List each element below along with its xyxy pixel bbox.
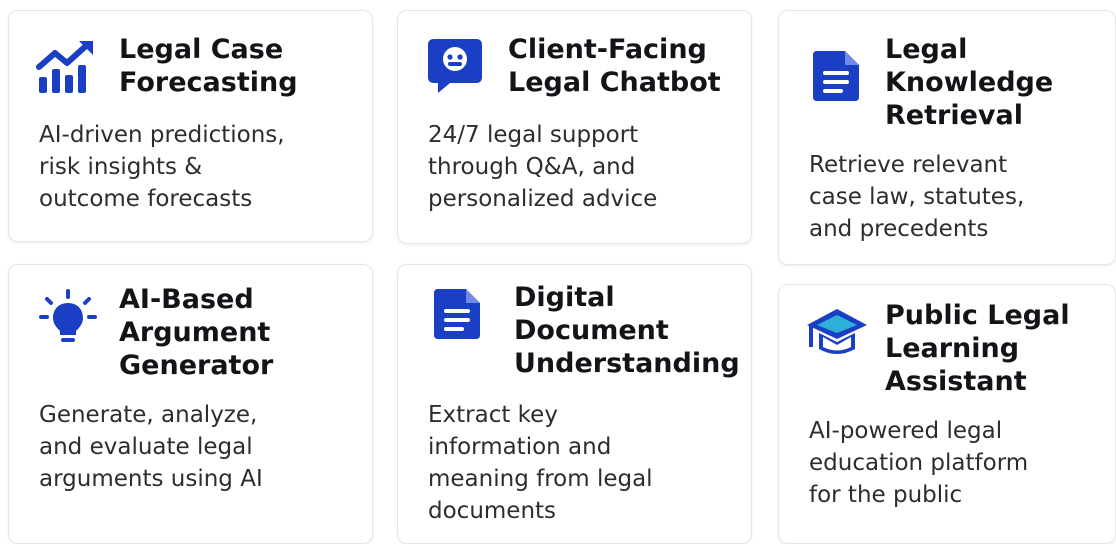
document-icon: [434, 289, 480, 339]
card-description: AI-driven predictions, risk insights & o…: [39, 122, 285, 212]
chatbot-icon: [428, 39, 482, 93]
card-description: AI-powered legal education platform for …: [809, 418, 1029, 508]
graduation-cap-icon: [807, 309, 867, 354]
card-ai-based-argument-generator[interactable]: AI-Based Argument Generator Generate, an…: [8, 264, 373, 544]
card-title: Digital Document Understanding: [514, 282, 740, 379]
card-public-legal-learning-assistant[interactable]: Public Legal Learning Assistant AI-power…: [778, 284, 1116, 544]
card-description: Generate, analyze, and evaluate legal ar…: [39, 402, 263, 492]
card-title: Legal Knowledge Retrieval: [885, 34, 1054, 131]
card-title: Client-Facing Legal Chatbot: [508, 34, 721, 98]
card-description: Retrieve relevant case law, statutes, an…: [809, 152, 1025, 242]
card-description: Extract key information and meaning from…: [428, 402, 653, 524]
card-description: 24/7 legal support through Q&A, and pers…: [428, 122, 658, 212]
document-icon: [813, 51, 859, 101]
card-legal-knowledge-retrieval[interactable]: Legal Knowledge Retrieval Retrieve relev…: [778, 10, 1116, 265]
card-digital-document-understanding[interactable]: Digital Document Understanding Extract k…: [397, 264, 752, 544]
card-title: Legal Case Forecasting: [119, 34, 298, 98]
lightbulb-icon: [39, 289, 97, 342]
card-title: AI-Based Argument Generator: [119, 284, 274, 381]
trend-chart-icon: [36, 41, 93, 93]
card-legal-case-forecasting[interactable]: Legal Case Forecasting AI-driven predict…: [8, 10, 373, 242]
card-title: Public Legal Learning Assistant: [885, 300, 1070, 397]
card-client-facing-legal-chatbot[interactable]: Client-Facing Legal Chatbot 24/7 legal s…: [397, 10, 752, 244]
